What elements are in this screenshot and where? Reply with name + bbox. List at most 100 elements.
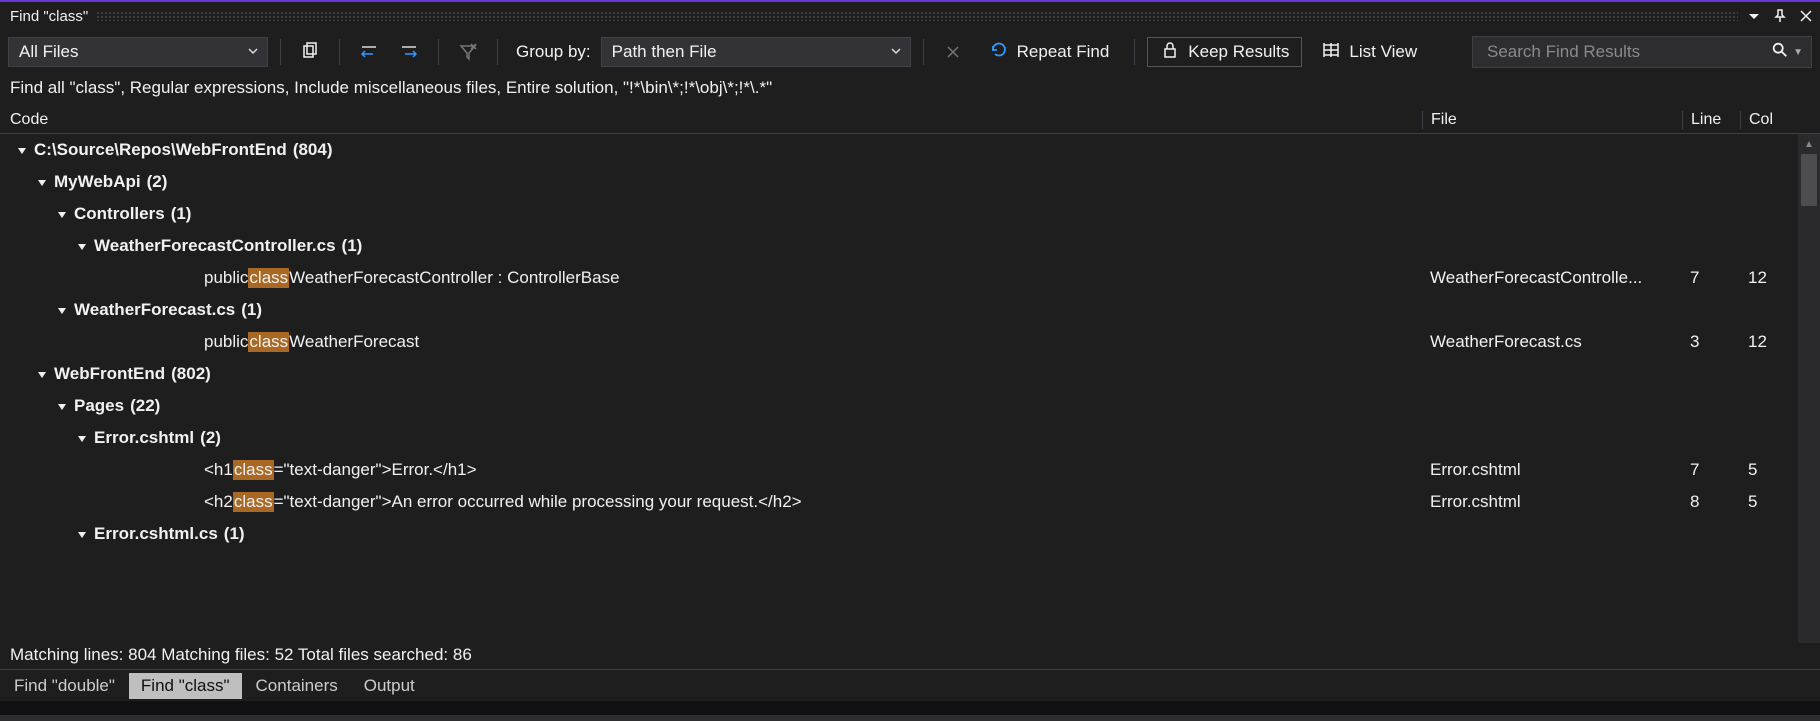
match-post: WeatherForecast (289, 332, 419, 352)
tree-match-row[interactable]: <h2 class="text-danger">An error occurre… (0, 486, 1798, 518)
cell-col: 12 (1740, 332, 1798, 352)
cell-file: WeatherForecast.cs (1422, 332, 1682, 352)
bottom-tab[interactable]: Output (352, 673, 427, 699)
group-label: WeatherForecastController.cs (94, 236, 336, 256)
match-highlight: class (233, 460, 274, 480)
group-label: Pages (74, 396, 124, 416)
match-post: ="text-danger">Error.</h1> (274, 460, 477, 480)
tree-match-row[interactable]: public class WeatherForecast WeatherForec… (0, 326, 1798, 358)
match-pre: public (204, 268, 248, 288)
cell-file: Error.cshtml (1422, 460, 1682, 480)
expander-icon[interactable] (54, 302, 70, 318)
cell-line: 7 (1682, 268, 1740, 288)
group-count: (2) (200, 428, 221, 448)
group-count: (1) (224, 524, 245, 544)
vertical-scrollbar[interactable]: ▲ (1798, 134, 1820, 643)
column-col[interactable]: Col (1740, 111, 1798, 129)
match-pre: public (204, 332, 248, 352)
refresh-icon (989, 40, 1009, 65)
titlebar-grip[interactable] (96, 11, 1738, 21)
expander-icon[interactable] (74, 526, 90, 542)
cell-col: 5 (1740, 460, 1798, 480)
expander-icon[interactable] (14, 142, 30, 158)
tree-group-row[interactable]: WeatherForecastController.cs (1) (0, 230, 1798, 262)
search-icon[interactable] (1771, 41, 1789, 64)
match-highlight: class (233, 492, 274, 512)
group-by-label: Group by: (510, 42, 595, 62)
group-count: (1) (342, 236, 363, 256)
keep-results-label: Keep Results (1188, 42, 1289, 62)
copy-icon[interactable] (293, 37, 327, 67)
group-count: (802) (171, 364, 211, 384)
match-highlight: class (248, 268, 289, 288)
panel-titlebar: Find "class" (0, 2, 1820, 30)
scope-dropdown-value: All Files (19, 42, 79, 62)
column-line[interactable]: Line (1682, 111, 1740, 129)
tree-group-row[interactable]: Error.cshtml.cs (1) (0, 518, 1798, 550)
close-icon[interactable] (1798, 8, 1814, 24)
previous-result-icon[interactable] (352, 37, 386, 67)
tree-group-row[interactable]: MyWebApi (2) (0, 166, 1798, 198)
scrollbar-thumb[interactable] (1801, 154, 1817, 206)
chevron-down-icon (890, 42, 902, 62)
cell-col: 12 (1740, 268, 1798, 288)
search-input[interactable] (1485, 41, 1771, 63)
column-code[interactable]: Code (10, 111, 1422, 129)
search-summary: Find all "class", Regular expressions, I… (0, 74, 1820, 106)
chevron-down-icon[interactable]: ▼ (1793, 47, 1803, 58)
group-by-dropdown[interactable]: Path then File (601, 37, 911, 67)
group-label: Controllers (74, 204, 165, 224)
status-line: Matching lines: 804 Matching files: 52 T… (0, 643, 1820, 669)
scope-dropdown[interactable]: All Files (8, 37, 268, 67)
list-view-label: List View (1349, 42, 1417, 62)
group-label: Error.cshtml.cs (94, 524, 218, 544)
scroll-up-icon[interactable]: ▲ (1798, 134, 1820, 154)
bottom-tab[interactable]: Find "double" (2, 673, 127, 699)
find-results-panel: Find "class" All Files (0, 0, 1820, 721)
repeat-find-button[interactable]: Repeat Find (976, 37, 1123, 67)
search-find-results[interactable]: ▼ (1472, 36, 1812, 68)
results-column-header: Code File Line Col (0, 106, 1820, 134)
pin-icon[interactable] (1772, 8, 1788, 24)
tree-group-row[interactable]: WeatherForecast.cs (1) (0, 294, 1798, 326)
expander-icon[interactable] (54, 398, 70, 414)
group-count: (1) (171, 204, 192, 224)
toolbar: All Files Group by: Path then File (0, 30, 1820, 74)
tree-match-row[interactable]: <h1 class="text-danger">Error.</h1>Error… (0, 454, 1798, 486)
results-tree[interactable]: C:\Source\Repos\WebFrontEnd (804)MyWebAp… (0, 134, 1798, 643)
cell-line: 7 (1682, 460, 1740, 480)
expander-icon[interactable] (74, 430, 90, 446)
bottom-tab[interactable]: Find "class" (129, 673, 242, 699)
tree-group-row[interactable]: Controllers (1) (0, 198, 1798, 230)
next-result-icon[interactable] (392, 37, 426, 67)
group-count: (2) (147, 172, 168, 192)
column-file[interactable]: File (1422, 111, 1682, 129)
cell-line: 3 (1682, 332, 1740, 352)
clear-filter-icon[interactable] (451, 37, 485, 67)
tree-group-row[interactable]: Pages (22) (0, 390, 1798, 422)
lock-icon (1160, 40, 1180, 65)
window-options-dropdown-icon[interactable] (1746, 8, 1762, 24)
tree-group-row[interactable]: Error.cshtml (2) (0, 422, 1798, 454)
tree-group-row[interactable]: C:\Source\Repos\WebFrontEnd (804) (0, 134, 1798, 166)
group-label: Error.cshtml (94, 428, 194, 448)
cancel-search-icon[interactable] (936, 37, 970, 67)
group-count: (804) (293, 140, 333, 160)
match-highlight: class (248, 332, 289, 352)
expander-icon[interactable] (74, 238, 90, 254)
cell-file: Error.cshtml (1422, 492, 1682, 512)
keep-results-button[interactable]: Keep Results (1147, 37, 1302, 67)
expander-icon[interactable] (34, 174, 50, 190)
expander-icon[interactable] (34, 366, 50, 382)
tree-group-row[interactable]: WebFrontEnd (802) (0, 358, 1798, 390)
tree-match-row[interactable]: public class WeatherForecastController :… (0, 262, 1798, 294)
bottom-tab-strip: Find "double"Find "class"ContainersOutpu… (0, 669, 1820, 701)
list-view-icon (1321, 40, 1341, 65)
expander-icon[interactable] (54, 206, 70, 222)
group-by-value: Path then File (612, 42, 717, 62)
match-post: ="text-danger">An error occurred while p… (274, 492, 802, 512)
list-view-button[interactable]: List View (1308, 37, 1430, 67)
bottom-tab[interactable]: Containers (244, 673, 350, 699)
panel-title: Find "class" (10, 8, 88, 25)
group-label: WebFrontEnd (54, 364, 165, 384)
